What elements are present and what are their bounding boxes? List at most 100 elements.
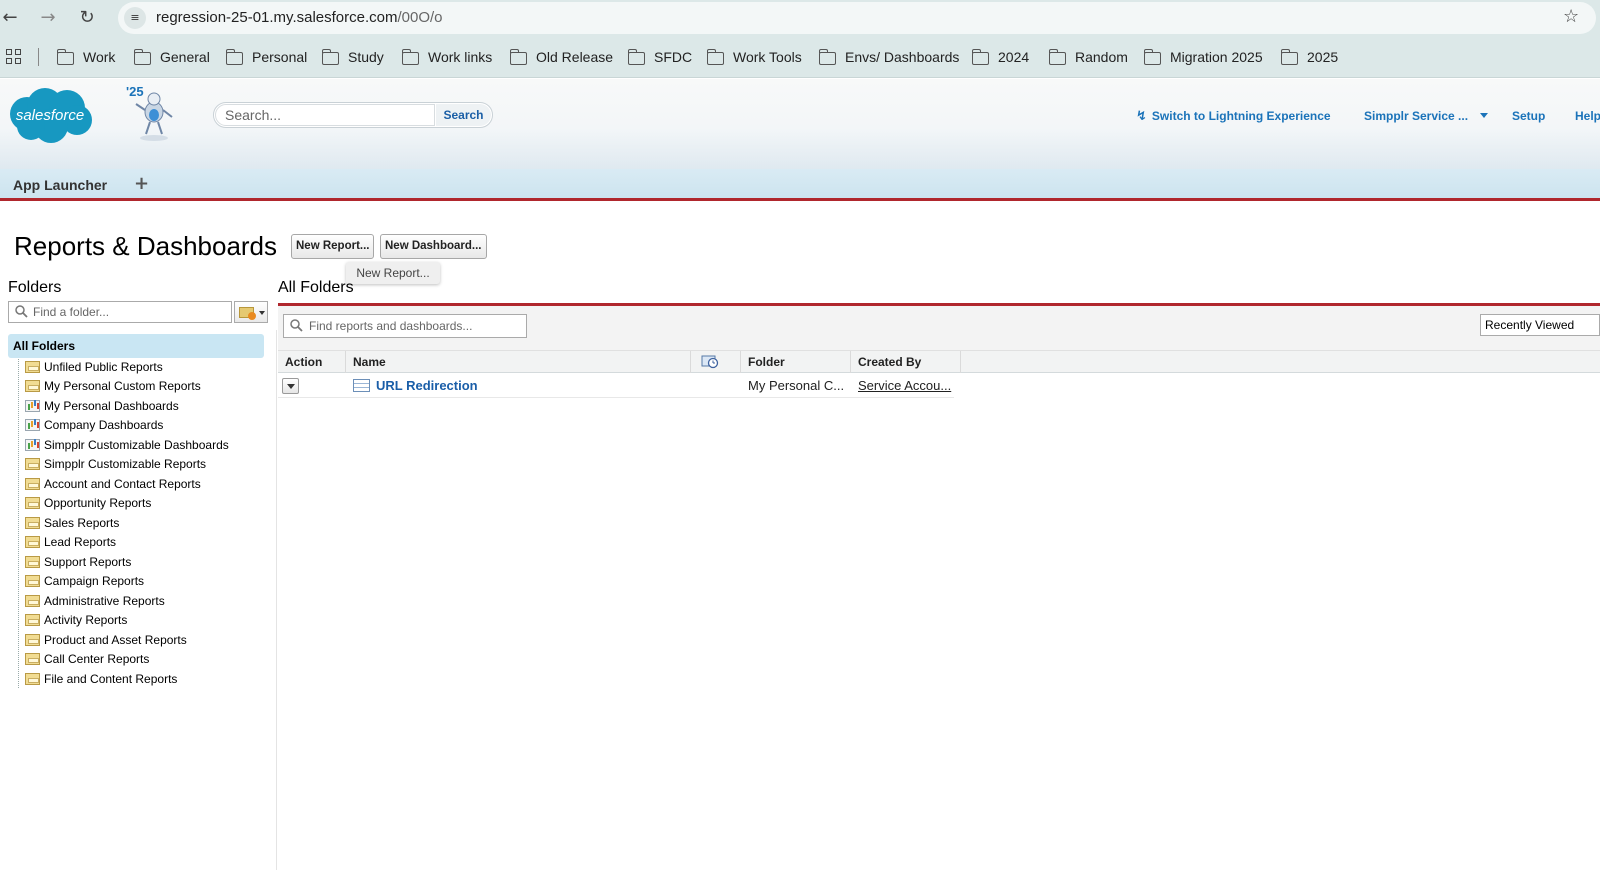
row-created-by-cell: Service Accou... [851,374,954,398]
folders-heading: Folders [8,279,62,296]
column-header-action[interactable]: Action [278,351,346,373]
switch-to-lightning-link[interactable]: ↯ Switch to Lightning Experience [1136,109,1331,124]
tree-connector [18,359,19,688]
folder-icon [25,458,40,470]
folder-item[interactable]: Administrative Reports [25,593,165,610]
folder-item[interactable]: Simpplr Customizable Reports [25,456,206,473]
folder-icon [25,653,40,665]
folder-search [8,301,232,323]
folder-icon [1143,49,1161,65]
folder-item[interactable]: Support Reports [25,554,131,571]
folder-search-input[interactable] [33,304,229,320]
folder-icon [25,595,40,607]
url-text[interactable]: regression-25-01.my.salesforce.com/00O/o [156,9,443,26]
folder-icon [627,49,645,65]
dashboard-folder-icon [25,439,40,451]
folder-icon [321,49,339,65]
folder-item[interactable]: My Personal Dashboards [25,398,179,415]
folder-item[interactable]: Product and Asset Reports [25,632,187,649]
folder-item[interactable]: Call Center Reports [25,651,149,668]
chevron-down-icon [259,311,265,315]
report-search-input[interactable] [309,318,524,334]
new-report-button[interactable]: New Report... [291,234,375,259]
bookmark-personal[interactable]: Personal [225,48,307,66]
browser-address-bar: ← → ↻ ≡ regression-25-01.my.salesforce.c… [0,0,1600,36]
reload-icon[interactable]: ↻ [77,8,97,28]
back-arrow-icon[interactable]: ← [0,8,20,28]
folder-icon [25,634,40,646]
folder-item[interactable]: Company Dashboards [25,417,163,434]
dashboard-folder-icon [25,400,40,412]
folder-icon [25,361,40,373]
new-dashboard-button[interactable]: New Dashboard... [380,234,487,259]
folder-item[interactable]: Account and Contact Reports [25,476,201,493]
bookmark-envs-dashboards[interactable]: Envs/ Dashboards [818,48,959,66]
bookmark-old-release[interactable]: Old Release [509,48,613,66]
folder-icon [1048,49,1066,65]
apps-grid-icon[interactable] [6,49,22,65]
table-header: Action Name Folder Created By [278,351,1600,373]
folder-item[interactable]: Campaign Reports [25,573,144,590]
folder-icon [25,517,40,529]
report-name-link[interactable]: URL Redirection [376,378,478,393]
folder-icon [706,49,724,65]
folder-item[interactable]: Simpplr Customizable Dashboards [25,437,229,454]
folder-item[interactable]: Unfiled Public Reports [25,359,163,376]
bookmark-2025[interactable]: 2025 [1280,48,1338,66]
all-tabs-plus-icon[interactable]: + [134,173,149,194]
folder-icon [971,49,989,65]
folder-item[interactable]: File and Content Reports [25,671,177,688]
column-header-schedule[interactable] [691,351,741,373]
bookmark-general[interactable]: General [133,48,210,66]
column-header-created-by[interactable]: Created By [851,351,961,373]
folder-item[interactable]: Lead Reports [25,534,116,551]
forward-arrow-icon[interactable]: → [38,8,58,28]
folder-icon [25,497,40,509]
salesforce-header: salesforce '25 Search ↯Switch to Lightni… [0,79,1600,169]
view-filter-select[interactable]: Recently Viewed [1480,314,1600,336]
chevron-down-icon [1480,113,1489,118]
release-badge-text: '25 [126,84,144,99]
salesforce-logo[interactable]: salesforce [5,84,95,144]
table-row[interactable]: URL Redirection My Personal C... Service… [278,374,954,398]
folder-item[interactable]: Activity Reports [25,612,127,629]
folder-icon [818,49,836,65]
folder-item[interactable]: Opportunity Reports [25,495,151,512]
row-folder-cell: My Personal C... [748,378,845,393]
row-action-dropdown[interactable] [282,378,299,394]
bookmark-work-tools[interactable]: Work Tools [706,48,802,66]
search-icon [15,305,28,318]
bookmark-random[interactable]: Random [1048,48,1128,66]
setup-link[interactable]: Setup [1512,109,1545,123]
column-header-folder[interactable]: Folder [741,351,851,373]
bookmark-sfdc[interactable]: SFDC [627,48,692,66]
release-mascot-icon: '25 [126,84,173,141]
global-search-input[interactable] [215,104,435,126]
created-by-link[interactable]: Service Accou... [858,378,951,393]
bookmark-star-icon[interactable]: ☆ [1563,6,1579,27]
new-report-tooltip: New Report... [346,262,440,284]
new-folder-menu-button[interactable] [234,301,268,323]
folder-add-badge-icon [248,312,256,320]
all-folders-tree-item[interactable]: All Folders [8,334,264,358]
folder-item[interactable]: Sales Reports [25,515,119,532]
folder-icon [225,49,243,65]
bookmark-work[interactable]: Work [56,48,115,66]
folder-item[interactable]: My Personal Custom Reports [25,378,201,395]
dashboard-folder-icon [25,419,40,431]
app-launcher-tab[interactable]: App Launcher [13,177,107,193]
help-link[interactable]: Help [1575,109,1600,123]
bookmark-work-links[interactable]: Work links [401,48,492,66]
bookmark-study[interactable]: Study [321,48,384,66]
folder-icon [25,673,40,685]
global-search-button[interactable]: Search [436,104,491,126]
folder-icon [25,614,40,626]
list-heading: All Folders [278,279,354,296]
scheduled-clock-icon [701,355,719,369]
folder-icon [133,49,151,65]
bookmark-2024[interactable]: 2024 [971,48,1029,66]
user-menu[interactable]: Simpplr Service ... [1364,109,1489,123]
bookmark-migration-2025[interactable]: Migration 2025 [1143,48,1263,66]
column-header-name[interactable]: Name [346,351,691,373]
site-info-icon[interactable]: ≡ [124,7,146,29]
